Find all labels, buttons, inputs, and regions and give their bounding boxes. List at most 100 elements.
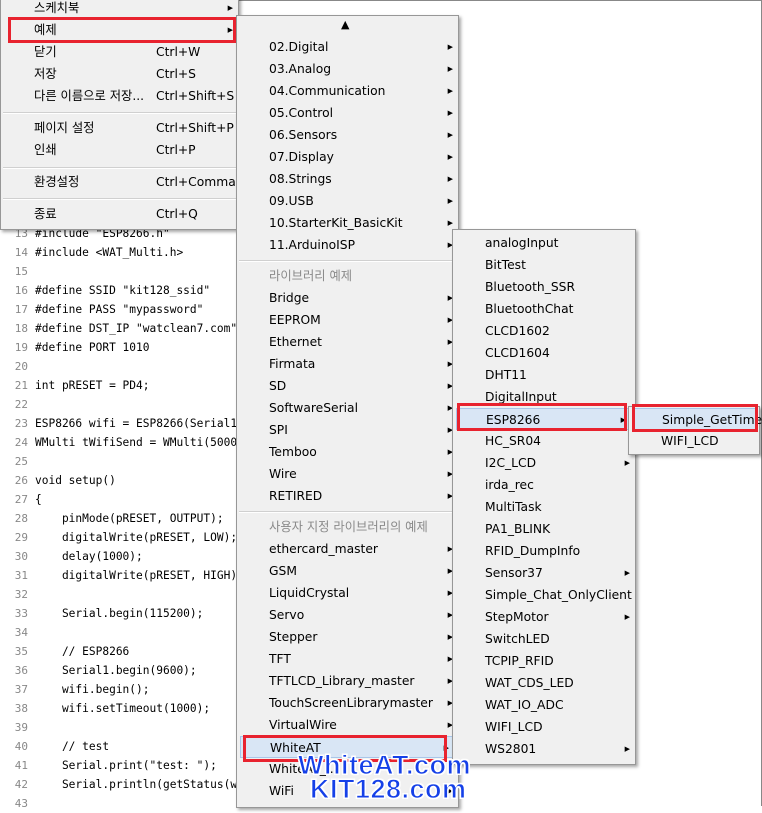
whiteat-menu-item[interactable]: RFID_DumpInfo <box>453 540 635 562</box>
examples-menu-item[interactable]: TFTLCD_Library_master ▶ <box>237 670 458 692</box>
code-line[interactable]: #define SSID "kit128_ssid" <box>35 281 210 300</box>
examples-menu-item[interactable]: ethercard_master ▶ <box>237 538 458 560</box>
examples-menu-item[interactable]: GSM ▶ <box>237 560 458 582</box>
code-line[interactable]: delay(1000); <box>35 547 143 566</box>
menu-item-label: TouchScreenLibrarymaster <box>269 696 433 710</box>
code-line[interactable]: pinMode(pRESET, OUTPUT); <box>35 509 224 528</box>
whiteat-menu-item[interactable]: BluetoothChat <box>453 298 635 320</box>
scroll-up-icon[interactable]: ▲ <box>341 18 349 31</box>
whiteat-menu-item[interactable]: WAT_CDS_LED <box>453 672 635 694</box>
submenu-arrow-icon: ▶ <box>624 745 630 753</box>
examples-menu-item[interactable]: 07.Display ▶ <box>237 146 458 168</box>
whiteat-menu-item[interactable]: WAT_IO_ADC <box>453 694 635 716</box>
menu-item-label: analogInput <box>485 236 559 250</box>
examples-menu-item[interactable]: Firmata ▶ <box>237 353 458 375</box>
file-menu-item[interactable]: 인쇄 Ctrl+P <box>1 139 238 161</box>
code-line[interactable]: { <box>35 490 42 509</box>
whiteat-menu-item[interactable]: StepMotor ▶ <box>453 606 635 628</box>
code-line[interactable]: WMulti tWifiSend = WMulti(5000); <box>35 433 251 452</box>
code-line[interactable]: digitalWrite(pRESET, LOW); <box>35 528 237 547</box>
line-number: 36 <box>14 664 28 677</box>
whiteat-menu-item[interactable]: CLCD1602 <box>453 320 635 342</box>
whiteat-menu-item[interactable]: BitTest <box>453 254 635 276</box>
examples-menu-item[interactable]: 06.Sensors ▶ <box>237 124 458 146</box>
examples-menu-item[interactable]: LiquidCrystal ▶ <box>237 582 458 604</box>
code-line[interactable]: ESP8266 wifi = ESP8266(Serial1); <box>35 414 251 433</box>
line-number: 34 <box>14 626 28 639</box>
whiteat-menu-item[interactable]: WIFI_LCD <box>453 716 635 738</box>
whiteat-menu-item[interactable]: Sensor37 ▶ <box>453 562 635 584</box>
examples-menu-item[interactable]: TFT ▶ <box>237 648 458 670</box>
examples-menu-item[interactable]: EEPROM ▶ <box>237 309 458 331</box>
examples-menu-item[interactable]: 03.Analog ▶ <box>237 58 458 80</box>
whiteat-menu-item[interactable]: WS2801 ▶ <box>453 738 635 760</box>
whiteat-menu-item[interactable]: CLCD1604 <box>453 342 635 364</box>
examples-menu-item[interactable]: Servo ▶ <box>237 604 458 626</box>
whiteat-menu-item[interactable]: irda_rec <box>453 474 635 496</box>
code-line[interactable]: // test <box>35 737 109 756</box>
menu-item-label: 다른 이름으로 저장... <box>34 89 145 103</box>
examples-menu-item[interactable]: Bridge ▶ <box>237 287 458 309</box>
line-number: 40 <box>14 740 28 753</box>
code-line[interactable]: Serial.print("test: "); <box>35 756 217 775</box>
menu-item-label: Temboo <box>269 445 317 459</box>
code-line[interactable]: Serial.println(getStatus(wif <box>35 775 251 794</box>
examples-menu-item[interactable]: 10.StarterKit_BasicKit ▶ <box>237 212 458 234</box>
whiteat-menu-item[interactable]: PA1_BLINK <box>453 518 635 540</box>
file-menu-item[interactable]: 저장 Ctrl+S <box>1 63 238 85</box>
examples-menu-item[interactable]: 04.Communication ▶ <box>237 80 458 102</box>
whiteat-menu-item[interactable]: I2C_LCD ▶ <box>453 452 635 474</box>
file-menu-item[interactable]: 닫기 Ctrl+W <box>1 41 238 63</box>
examples-menu-item[interactable]: Wire ▶ <box>237 463 458 485</box>
menu-item-label: VirtualWire <box>269 718 337 732</box>
whiteat-menu-item[interactable]: HC_SR04 <box>453 430 635 452</box>
examples-menu-item[interactable]: 02.Digital ▶ <box>237 36 458 58</box>
line-number: 26 <box>14 474 28 487</box>
examples-menu-item[interactable]: 11.ArduinoISP ▶ <box>237 234 458 256</box>
examples-menu-item[interactable]: 08.Strings ▶ <box>237 168 458 190</box>
whiteat-menu-item[interactable]: Simple_Chat_OnlyClient <box>453 584 635 606</box>
line-number: 22 <box>14 398 28 411</box>
whiteat-menu-item[interactable]: TCPIP_RFID <box>453 650 635 672</box>
code-line[interactable]: #define DST_IP "watclean7.com" <box>35 319 237 338</box>
code-line[interactable]: #define PASS "mypassword" <box>35 300 203 319</box>
examples-menu-item[interactable]: Ethernet ▶ <box>237 331 458 353</box>
whiteat-menu-item[interactable]: DHT11 <box>453 364 635 386</box>
code-line[interactable]: void setup() <box>35 471 116 490</box>
file-menu-item[interactable]: 다른 이름으로 저장... Ctrl+Shift+S <box>1 85 238 107</box>
examples-menu-item[interactable]: TouchScreenLibrarymaster ▶ <box>237 692 458 714</box>
menu-item-label: Sensor37 <box>485 566 543 580</box>
examples-menu-item[interactable]: SD ▶ <box>237 375 458 397</box>
file-menu-item[interactable]: 페이지 설정 Ctrl+Shift+P <box>1 117 238 139</box>
line-number: 42 <box>14 778 28 791</box>
menu-item-label: 11.ArduinoISP <box>269 238 355 252</box>
whiteat-menu-item[interactable]: Bluetooth_SSR <box>453 276 635 298</box>
examples-menu-item[interactable]: RETIRED ▶ <box>237 485 458 507</box>
file-menu-item[interactable]: 환경설정 Ctrl+Comma <box>1 171 238 193</box>
code-line[interactable]: wifi.begin(); <box>35 680 150 699</box>
examples-menu-item[interactable]: SoftwareSerial ▶ <box>237 397 458 419</box>
file-menu-item[interactable]: 종료 Ctrl+Q <box>1 203 238 225</box>
examples-menu-item[interactable]: Stepper ▶ <box>237 626 458 648</box>
examples-menu-item[interactable]: VirtualWire ▶ <box>237 714 458 736</box>
whiteat-menu-item[interactable]: MultiTask <box>453 496 635 518</box>
examples-menu-item[interactable]: 05.Control ▶ <box>237 102 458 124</box>
code-line[interactable]: int pRESET = PD4; <box>35 376 150 395</box>
line-number: 38 <box>14 702 28 715</box>
code-line[interactable]: wifi.setTimeout(1000); <box>35 699 210 718</box>
examples-menu-item[interactable]: SPI ▶ <box>237 419 458 441</box>
examples-menu-item[interactable]: Temboo ▶ <box>237 441 458 463</box>
whiteat-menu-item[interactable]: analogInput <box>453 232 635 254</box>
code-line[interactable]: Serial.begin(115200); <box>35 604 203 623</box>
code-line[interactable]: // ESP8266 <box>35 642 129 661</box>
examples-menu-item[interactable]: 09.USB ▶ <box>237 190 458 212</box>
menu-item-label: Servo <box>269 608 305 622</box>
code-line[interactable]: #define PORT 1010 <box>35 338 150 357</box>
whiteat-menu-item[interactable]: SwitchLED <box>453 628 635 650</box>
code-line[interactable]: digitalWrite(pRESET, HIGH); <box>35 566 244 585</box>
esp8266-menu-item[interactable]: WIFI_LCD <box>629 430 759 452</box>
code-line[interactable]: #include <WAT_Multi.h> <box>35 243 183 262</box>
menu-item-label: irda_rec <box>485 478 534 492</box>
menu-item-label: SD <box>269 379 287 393</box>
code-line[interactable]: Serial1.begin(9600); <box>35 661 197 680</box>
